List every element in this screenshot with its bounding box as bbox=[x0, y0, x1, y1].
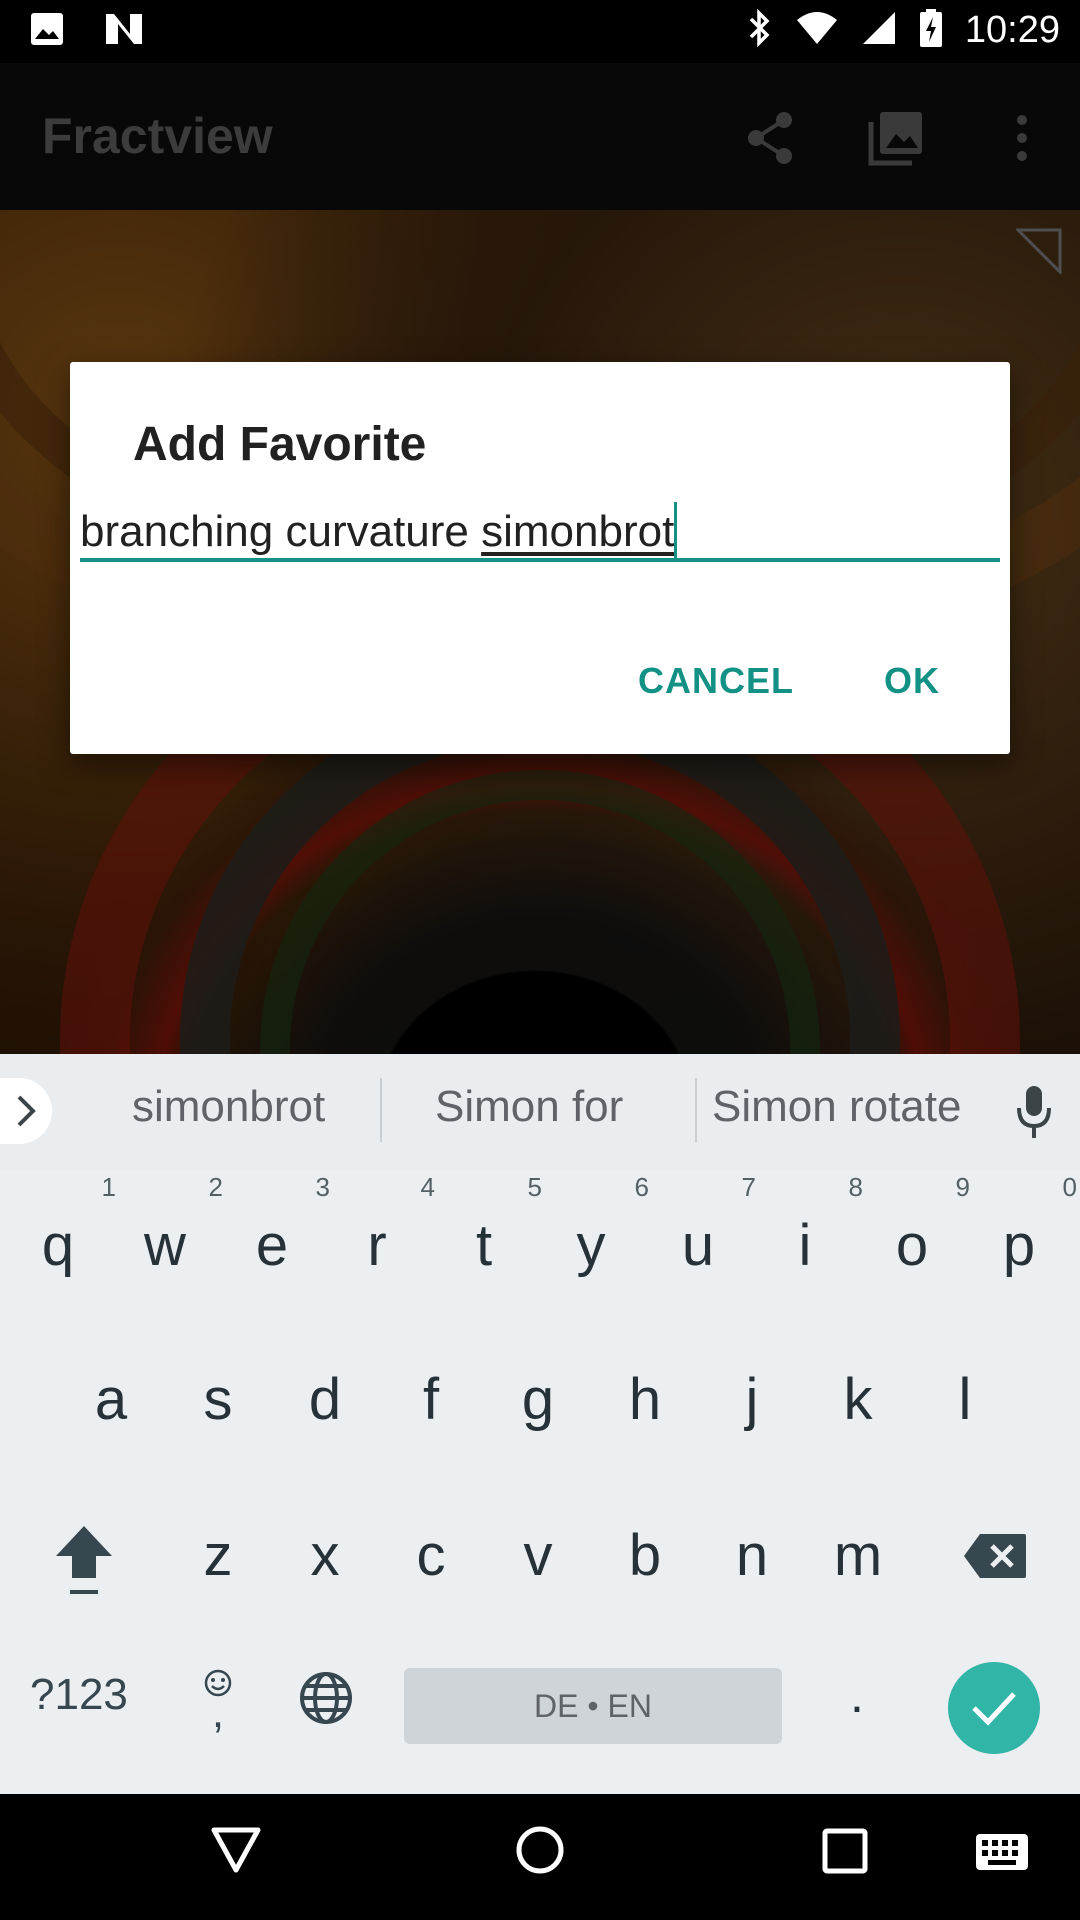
key-s[interactable]: s bbox=[168, 1366, 268, 1433]
key-j[interactable]: j bbox=[702, 1366, 802, 1433]
wifi-icon bbox=[795, 10, 839, 51]
dialog-title: Add Favorite bbox=[133, 418, 427, 471]
globe-icon[interactable] bbox=[298, 1670, 354, 1731]
microphone-icon[interactable] bbox=[1014, 1084, 1054, 1145]
key-q[interactable]: q1 bbox=[8, 1172, 116, 1279]
key-d[interactable]: d bbox=[275, 1366, 375, 1433]
navigation-bar bbox=[0, 1794, 1080, 1920]
soft-keyboard: q1 w2 e3 r4 t5 y6 u7 i8 o9 p0 a s d f g … bbox=[0, 1170, 1080, 1794]
text-caret bbox=[674, 502, 678, 560]
key-c[interactable]: c bbox=[381, 1522, 481, 1589]
key-w[interactable]: w2 bbox=[115, 1172, 223, 1279]
key-f[interactable]: f bbox=[381, 1366, 481, 1433]
key-x[interactable]: x bbox=[275, 1522, 375, 1589]
keyboard-switch-icon[interactable] bbox=[974, 1832, 1030, 1877]
enter-check-key[interactable] bbox=[948, 1662, 1040, 1754]
period-key[interactable]: . bbox=[850, 1666, 864, 1724]
suggestion-divider bbox=[695, 1078, 697, 1142]
key-o[interactable]: o9 bbox=[862, 1172, 970, 1279]
n-notification-icon bbox=[104, 12, 144, 51]
key-i[interactable]: i8 bbox=[755, 1172, 863, 1279]
suggestion-divider bbox=[380, 1078, 382, 1142]
input-text-prefix: branching curvature bbox=[80, 507, 482, 556]
cell-signal-icon bbox=[861, 10, 897, 51]
key-v[interactable]: v bbox=[488, 1522, 588, 1589]
check-icon bbox=[972, 1692, 1016, 1726]
image-notification-icon bbox=[30, 12, 64, 51]
suggestion-2[interactable]: Simon for bbox=[435, 1082, 623, 1132]
key-l[interactable]: l bbox=[915, 1366, 1015, 1433]
recents-icon[interactable] bbox=[822, 1828, 868, 1879]
key-a[interactable]: a bbox=[61, 1366, 161, 1433]
key-p[interactable]: p0 bbox=[969, 1172, 1077, 1279]
bluetooth-icon bbox=[747, 8, 773, 53]
key-u[interactable]: u7 bbox=[648, 1172, 756, 1279]
suggestion-expand-button[interactable] bbox=[0, 1078, 52, 1144]
key-g[interactable]: g bbox=[488, 1366, 588, 1433]
suggestion-strip: simonbrot Simon for Simon rotate bbox=[0, 1054, 1080, 1170]
favorite-name-input[interactable]: branching curvature simonbrot bbox=[80, 502, 1000, 562]
symbols-key[interactable]: ?123 bbox=[30, 1670, 128, 1720]
key-t[interactable]: t5 bbox=[434, 1172, 542, 1279]
add-favorite-dialog: Add Favorite branching curvature simonbr… bbox=[70, 362, 1010, 754]
back-icon[interactable] bbox=[210, 1824, 262, 1881]
cancel-button[interactable]: CANCEL bbox=[638, 660, 794, 702]
backspace-icon[interactable] bbox=[962, 1532, 1028, 1585]
ok-button[interactable]: OK bbox=[884, 660, 940, 702]
emoji-comma-key[interactable]: , bbox=[198, 1668, 238, 1735]
key-n[interactable]: n bbox=[702, 1522, 802, 1589]
key-h[interactable]: h bbox=[595, 1366, 695, 1433]
status-time: 10:29 bbox=[964, 9, 1060, 51]
key-k[interactable]: k bbox=[808, 1366, 908, 1433]
shift-icon[interactable] bbox=[52, 1522, 116, 1603]
space-key[interactable]: DE • EN bbox=[404, 1668, 782, 1744]
key-e[interactable]: e3 bbox=[222, 1172, 330, 1279]
key-y[interactable]: y6 bbox=[541, 1172, 650, 1279]
key-r[interactable]: r4 bbox=[327, 1172, 435, 1279]
suggestion-3[interactable]: Simon rotate bbox=[712, 1082, 961, 1132]
key-z[interactable]: z bbox=[168, 1522, 268, 1589]
key-m[interactable]: m bbox=[808, 1522, 908, 1589]
home-icon[interactable] bbox=[514, 1824, 566, 1881]
status-bar: 10:29 bbox=[0, 0, 1080, 63]
suggestion-1[interactable]: simonbrot bbox=[132, 1082, 325, 1132]
input-text-composing: simonbrot bbox=[481, 507, 675, 556]
key-b[interactable]: b bbox=[595, 1522, 695, 1589]
battery-charging-icon bbox=[919, 8, 943, 53]
